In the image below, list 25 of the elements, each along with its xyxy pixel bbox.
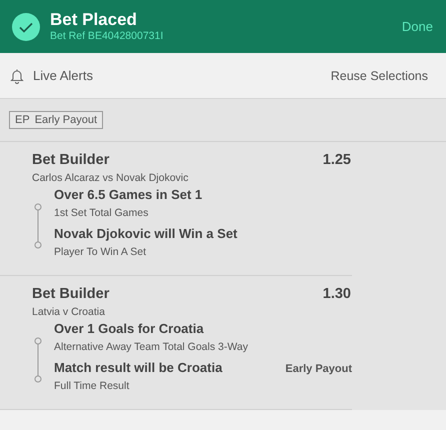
market-name: Full Time Result	[54, 380, 130, 392]
timeline-drawing	[34, 203, 42, 249]
market-name: 1st Set Total Games	[54, 207, 150, 219]
bet-reference: Bet Ref BE4042800731I	[50, 30, 164, 43]
bell-icon	[10, 68, 24, 84]
timeline-drawing	[34, 337, 42, 383]
selection-name: Novak Djokovic will Win a Set	[54, 226, 238, 241]
market-name: Alternative Away Team Total Goals 3-Way	[54, 341, 249, 353]
event-name: Carlos Alcaraz vs Novak Djokovic	[32, 172, 190, 184]
bet-title: Bet Builder	[32, 152, 110, 168]
early-payout-filter[interactable]: EP Early Payout	[9, 111, 104, 129]
selection-name: Over 6.5 Games in Set 1	[54, 187, 202, 202]
market-name: Player To Win A Set	[54, 246, 148, 258]
event-name: Latvia v Croatia	[32, 306, 106, 318]
check-icon	[12, 12, 40, 40]
done-button[interactable]: Done	[402, 19, 433, 34]
live-alerts-button[interactable]: Live Alerts	[10, 68, 331, 84]
selection-name: Match result will be Croatia	[54, 360, 222, 375]
bet-odds: 1.25	[322, 152, 351, 168]
bet-title: Bet Builder	[32, 286, 110, 302]
selection-name: Over 1 Goals for Croatia	[54, 321, 204, 336]
early-payout-tag: Early Payout	[285, 363, 352, 375]
reuse-selections-button[interactable]: Reuse Selections	[330, 68, 428, 82]
bet-placed-title: Bet Placed	[50, 10, 138, 30]
bet-odds: 1.30	[322, 286, 351, 302]
